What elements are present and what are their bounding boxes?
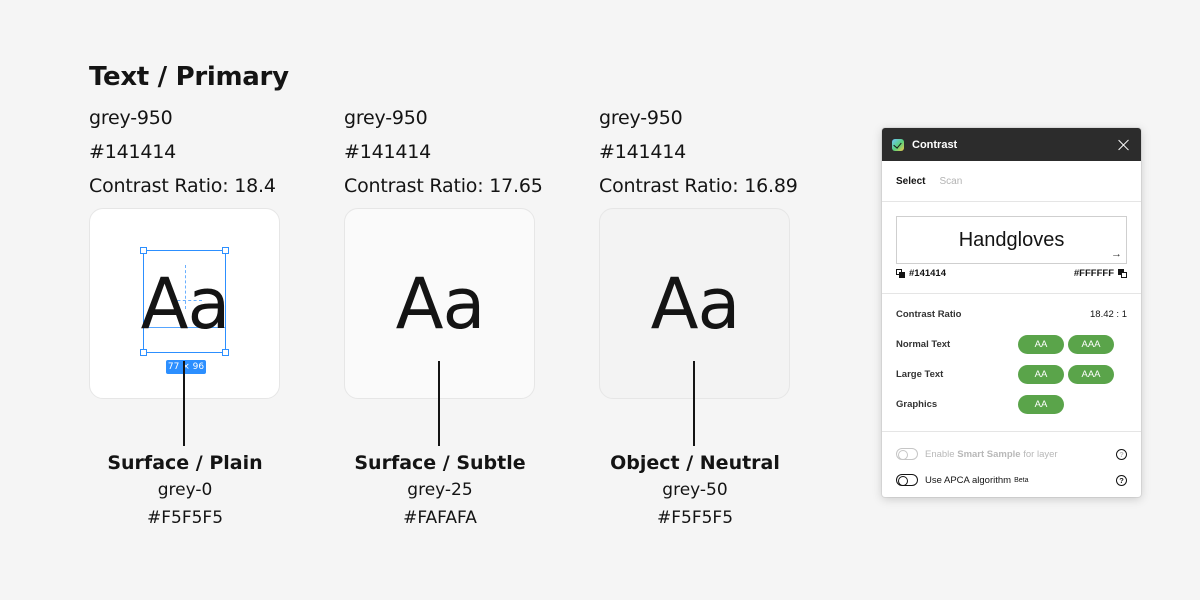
- color-hex: #141414: [599, 141, 687, 163]
- large-aa-badge: AA: [1018, 365, 1064, 384]
- smart-sample-toggle[interactable]: [896, 448, 918, 460]
- contrast-ratio-value: 18.42 : 1: [1090, 308, 1127, 320]
- contrast-preview: Handgloves →: [896, 216, 1127, 264]
- color-swatch-row: #141414 #FFFFFF: [896, 268, 1127, 279]
- background-color-icon: [1118, 269, 1127, 278]
- selection-handle-bottom-right[interactable]: [222, 349, 229, 356]
- text-sample: Aa: [140, 263, 231, 345]
- plugin-tabs: Select Scan: [882, 161, 1141, 202]
- surface-title: Object / Neutral: [610, 452, 780, 474]
- selection-handle-bottom-left[interactable]: [140, 349, 147, 356]
- contrast-ratio-text: Contrast Ratio: 16.89: [599, 175, 798, 197]
- graphics-label: Graphics: [896, 398, 938, 410]
- selection-handle-top-right[interactable]: [222, 247, 229, 254]
- swatch-column-neutral: grey-950 #141414 Contrast Ratio: 16.89 A…: [599, 0, 798, 600]
- surface-title: Surface / Plain: [107, 452, 263, 474]
- background-swatch[interactable]: #FFFFFF: [1074, 268, 1127, 279]
- contrast-app-icon: [892, 138, 904, 151]
- beta-badge: Beta: [1014, 476, 1029, 484]
- color-token: grey-950: [89, 107, 173, 129]
- surface-token: grey-25: [407, 480, 473, 500]
- selection-handle-top-left[interactable]: [140, 247, 147, 254]
- smart-sample-option: Enable Smart Sample for layer ?: [896, 446, 1127, 462]
- selection-size-badge: 77 × 96: [166, 360, 206, 374]
- plugin-options: Enable Smart Sample for layer ? Use APCA…: [882, 432, 1141, 495]
- background-hex: #FFFFFF: [1073, 268, 1114, 279]
- plugin-header: Contrast: [882, 128, 1141, 161]
- contrast-ratio-text: Contrast Ratio: 18.4: [89, 175, 276, 197]
- smart-sample-suffix: for layer: [1023, 448, 1058, 460]
- large-text-label: Large Text: [896, 368, 944, 380]
- connector-line: [693, 361, 695, 446]
- swatch-column-plain: grey-950 #141414 Contrast Ratio: 18.4 77…: [89, 0, 281, 600]
- smart-sample-prefix: Enable: [925, 448, 955, 460]
- close-icon[interactable]: [1117, 138, 1131, 152]
- contrast-results: Contrast Ratio 18.42 : 1 Normal Text AA …: [882, 294, 1141, 432]
- contrast-plugin-panel: Contrast Select Scan Handgloves → #14141…: [882, 128, 1141, 497]
- normal-aaa-badge: AAA: [1068, 335, 1114, 354]
- color-token: grey-950: [599, 107, 683, 129]
- surface-token: grey-0: [157, 480, 213, 500]
- apca-label: Use APCA algorithm: [925, 474, 1012, 486]
- connector-line: [183, 361, 185, 446]
- contrast-ratio-row: Contrast Ratio 18.42 : 1: [896, 304, 1127, 324]
- color-token: grey-950: [344, 107, 428, 129]
- graphics-row: Graphics: [896, 394, 1127, 414]
- text-sample: Aa: [395, 263, 486, 345]
- smart-sample-bold: Smart Sample: [957, 448, 1021, 460]
- surface-title: Surface / Subtle: [354, 452, 526, 474]
- surface-token: grey-50: [662, 480, 728, 500]
- normal-text-label: Normal Text: [896, 338, 951, 350]
- text-sample: Aa: [650, 263, 741, 345]
- normal-aa-badge: AA: [1018, 335, 1064, 354]
- arrow-right-icon[interactable]: →: [1111, 249, 1122, 260]
- contrast-ratio-label: Contrast Ratio: [896, 308, 962, 320]
- surface-hex: #F5F5F5: [146, 508, 224, 528]
- preview-section: Handgloves → #141414 #FFFFFF: [882, 202, 1141, 294]
- contrast-ratio-text: Contrast Ratio: 17.65: [344, 175, 543, 197]
- surface-hex: #FAFAFA: [403, 508, 477, 528]
- help-icon[interactable]: ?: [1116, 448, 1127, 460]
- foreground-hex: #141414: [909, 268, 946, 279]
- help-icon[interactable]: ?: [1116, 474, 1127, 486]
- apca-option: Use APCA algorithm Beta ?: [896, 472, 1127, 488]
- tab-scan[interactable]: Scan: [939, 176, 962, 187]
- connector-line: [438, 361, 440, 446]
- foreground-swatch[interactable]: #141414: [896, 268, 946, 279]
- swatch-column-subtle: grey-950 #141414 Contrast Ratio: 17.65 A…: [344, 0, 543, 600]
- foreground-color-icon: [896, 269, 905, 278]
- graphics-aa-badge: AA: [1018, 395, 1064, 414]
- color-hex: #141414: [344, 141, 432, 163]
- preview-text: Handgloves: [958, 228, 1065, 251]
- large-aaa-badge: AAA: [1068, 365, 1114, 384]
- tab-select[interactable]: Select: [896, 176, 925, 187]
- surface-hex: #F5F5F5: [656, 508, 734, 528]
- color-hex: #141414: [89, 141, 177, 163]
- plugin-title: Contrast: [912, 138, 958, 151]
- apca-toggle[interactable]: [896, 474, 918, 486]
